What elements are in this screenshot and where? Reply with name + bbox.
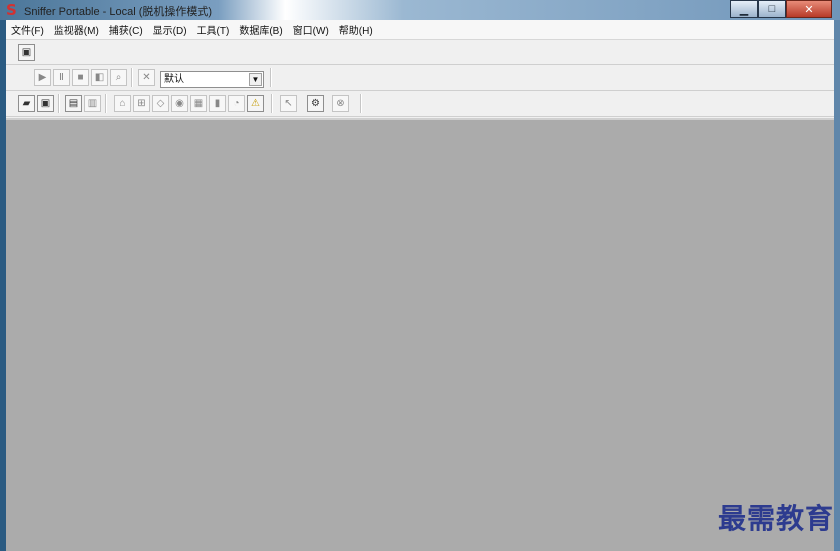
sniffer-window: S Sniffer Portable - Local (脱机操作模式) ▁ □ … [0, 0, 840, 551]
